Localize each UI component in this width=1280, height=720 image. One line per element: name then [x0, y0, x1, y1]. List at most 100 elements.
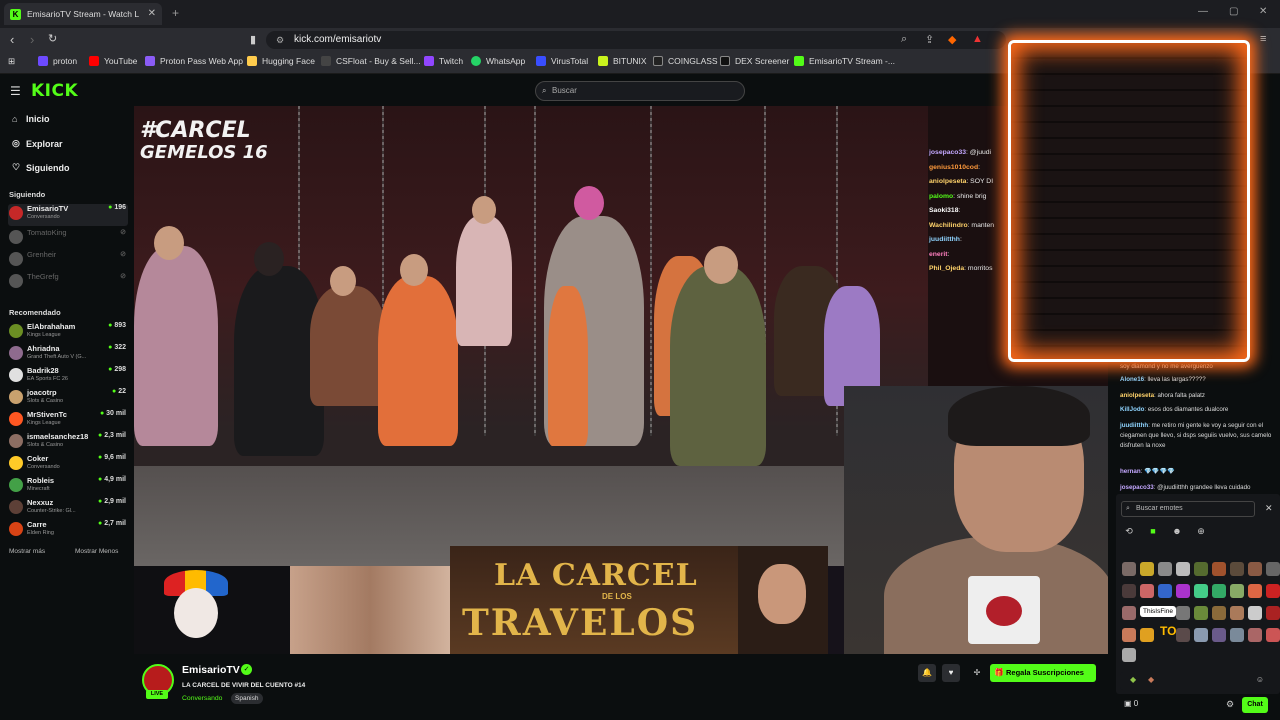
url-field[interactable]: ⚙ kick.com/emisariotv: [266, 31, 1006, 49]
nav-following[interactable]: ♡ Siguiendo: [12, 162, 70, 173]
emote-icon[interactable]: [1122, 584, 1136, 598]
emote-icon[interactable]: ◆: [1130, 675, 1136, 684]
recommended-channel[interactable]: Nexxuz Counter-Strike: Gl... ● 2,9 mil: [8, 498, 128, 520]
emote-icon[interactable]: [1266, 606, 1280, 620]
channel-points[interactable]: ▣ 0: [1124, 699, 1138, 708]
maximize-icon[interactable]: ▢: [1229, 6, 1238, 17]
emote-icon[interactable]: [1248, 562, 1262, 576]
nav-explore[interactable]: ◎ Explorar: [12, 138, 63, 149]
bookmark-icon[interactable]: ▮: [250, 33, 256, 46]
bookmark-emisariotv[interactable]: EmisarioTV Stream -...: [794, 56, 895, 66]
minimize-icon[interactable]: —: [1198, 6, 1208, 17]
language-tag[interactable]: Spanish: [231, 693, 263, 704]
bookmark-dex-screener[interactable]: DEX Screener: [720, 56, 789, 66]
bookmark-proton[interactable]: proton: [38, 56, 77, 66]
chat-input[interactable]: ◆ ◆ ☺: [1120, 672, 1270, 690]
recommended-channel[interactable]: Coker Conversando ● 9,6 mil: [8, 454, 128, 476]
emote-icon[interactable]: [1248, 584, 1262, 598]
emote-icon[interactable]: [1266, 584, 1280, 598]
emote-icon[interactable]: [1212, 562, 1226, 576]
emote-icon[interactable]: [1230, 562, 1244, 576]
show-more-link[interactable]: Mostrar más: [9, 548, 45, 555]
bookmark-proton-pass[interactable]: Proton Pass Web App: [145, 56, 243, 66]
emote-icon[interactable]: [1212, 628, 1226, 642]
show-less-link[interactable]: Mostrar Menos: [75, 548, 118, 555]
emote-icon[interactable]: [1230, 584, 1244, 598]
recent-emotes-icon[interactable]: ⟲: [1122, 526, 1136, 540]
recommended-channel[interactable]: MrStivenTc Kings League ● 30 mil: [8, 410, 128, 432]
emote-icon[interactable]: [1122, 606, 1136, 620]
brave-shield-icon[interactable]: ◆: [948, 33, 956, 46]
apps-icon[interactable]: ⊞: [8, 56, 15, 67]
bookmark-csfloat[interactable]: CSFloat - Buy & Sell...: [321, 56, 421, 66]
emote-icon[interactable]: [1194, 628, 1208, 642]
emote-icon[interactable]: [1248, 628, 1262, 642]
emote-icon[interactable]: [1140, 562, 1154, 576]
emote-icon[interactable]: [1212, 584, 1226, 598]
back-icon[interactable]: ‹: [10, 32, 14, 47]
recommended-channel[interactable]: ElAbrahaham Kings League ● 893: [8, 322, 128, 344]
emote-icon[interactable]: [1176, 584, 1190, 598]
close-icon[interactable]: ✕: [1265, 503, 1273, 514]
emote-icon[interactable]: [1266, 562, 1280, 576]
video-player[interactable]: #CARCEL GEMELOS 16 josepaco33: @juudi ge…: [134, 106, 1108, 654]
browser-tab[interactable]: K EmisarioTV Stream - Watch L ✕: [4, 3, 162, 25]
emoji-picker-icon[interactable]: ☺: [1256, 675, 1264, 684]
emote-icon[interactable]: [1230, 606, 1244, 620]
expand-icon[interactable]: ✢: [968, 664, 986, 682]
bookmark-virustotal[interactable]: VirusTotal: [536, 56, 588, 66]
forward-icon[interactable]: ›: [30, 32, 34, 47]
floating-overlay-frame[interactable]: [1008, 40, 1250, 362]
zoom-icon[interactable]: ⌕: [901, 33, 907, 46]
channel-emotes-icon[interactable]: ☻: [1170, 526, 1184, 540]
nav-home[interactable]: ⌂ Inicio: [12, 114, 50, 124]
recommended-channel[interactable]: Ahriadna Grand Theft Auto V (G... ● 322: [8, 344, 128, 366]
emote-icon[interactable]: [1158, 562, 1172, 576]
emote-icon[interactable]: [1158, 584, 1172, 598]
rewards-icon[interactable]: ▲: [972, 33, 983, 45]
emote-icon[interactable]: [1176, 606, 1190, 620]
emote-icon[interactable]: [1194, 606, 1208, 620]
bookmark-coinglass[interactable]: COINGLASS: [653, 56, 718, 66]
gift-subscriptions-button[interactable]: 🎁 Regala Suscripciones: [990, 664, 1096, 682]
emote-icon[interactable]: [1194, 562, 1208, 576]
kick-logo[interactable]: KICK: [31, 81, 78, 101]
channel-name[interactable]: EmisarioTV: [182, 664, 240, 676]
chat-settings-icon[interactable]: ⚙: [1226, 699, 1234, 710]
following-channel[interactable]: Grenheir ⊘: [8, 250, 128, 272]
send-chat-button[interactable]: Chat: [1242, 697, 1268, 713]
stream-category[interactable]: Conversando: [182, 695, 222, 702]
following-channel[interactable]: TheGrefg ⊘: [8, 272, 128, 294]
recommended-channel[interactable]: joacotrp Slots & Casino ● 22: [8, 388, 128, 410]
recommended-channel[interactable]: ismaelsanchez18 Slots & Casino ● 2,3 mil: [8, 432, 128, 454]
bookmark-youtube[interactable]: YouTube: [89, 56, 137, 66]
emote-icon[interactable]: [1248, 606, 1262, 620]
emote-icon[interactable]: [1140, 628, 1154, 642]
hamburger-menu-icon[interactable]: ☰: [10, 84, 21, 98]
emote-icon[interactable]: [1176, 562, 1190, 576]
notification-bell-icon[interactable]: 🔔: [918, 664, 936, 682]
emote-icon[interactable]: [1230, 628, 1244, 642]
emote-search-input[interactable]: ⌕ Buscar emotes: [1121, 501, 1255, 517]
tab-close-icon[interactable]: ✕: [148, 8, 156, 19]
recommended-channel[interactable]: Carre Elden Ring ● 2,7 mil: [8, 520, 128, 542]
emote-icon[interactable]: [1266, 628, 1280, 642]
new-tab-icon[interactable]: +: [172, 6, 179, 20]
emote-icon[interactable]: [1122, 628, 1136, 642]
bookmark-whatsapp[interactable]: WhatsApp: [471, 56, 525, 66]
emote-icon[interactable]: [1122, 648, 1136, 662]
follow-heart-icon[interactable]: ♥: [942, 664, 960, 682]
menu-icon[interactable]: ≡: [1260, 33, 1266, 45]
emote-icon[interactable]: [1140, 584, 1154, 598]
emote-icon[interactable]: [1212, 606, 1226, 620]
reload-icon[interactable]: ↻: [48, 32, 57, 45]
recommended-channel[interactable]: Robleis Minecraft ● 4,9 mil: [8, 476, 128, 498]
recommended-channel[interactable]: Badrik28 EA Sports FC 26 ● 298: [8, 366, 128, 388]
kick-emotes-icon[interactable]: ■: [1146, 526, 1160, 540]
to-emote[interactable]: TO: [1160, 624, 1176, 638]
bookmark-bitunix[interactable]: BITUNIX: [598, 56, 647, 66]
emote-icon[interactable]: ◆: [1148, 675, 1154, 684]
search-input[interactable]: ⌕ Buscar: [535, 81, 745, 101]
window-close-icon[interactable]: ✕: [1259, 6, 1267, 17]
emote-icon[interactable]: [1122, 562, 1136, 576]
